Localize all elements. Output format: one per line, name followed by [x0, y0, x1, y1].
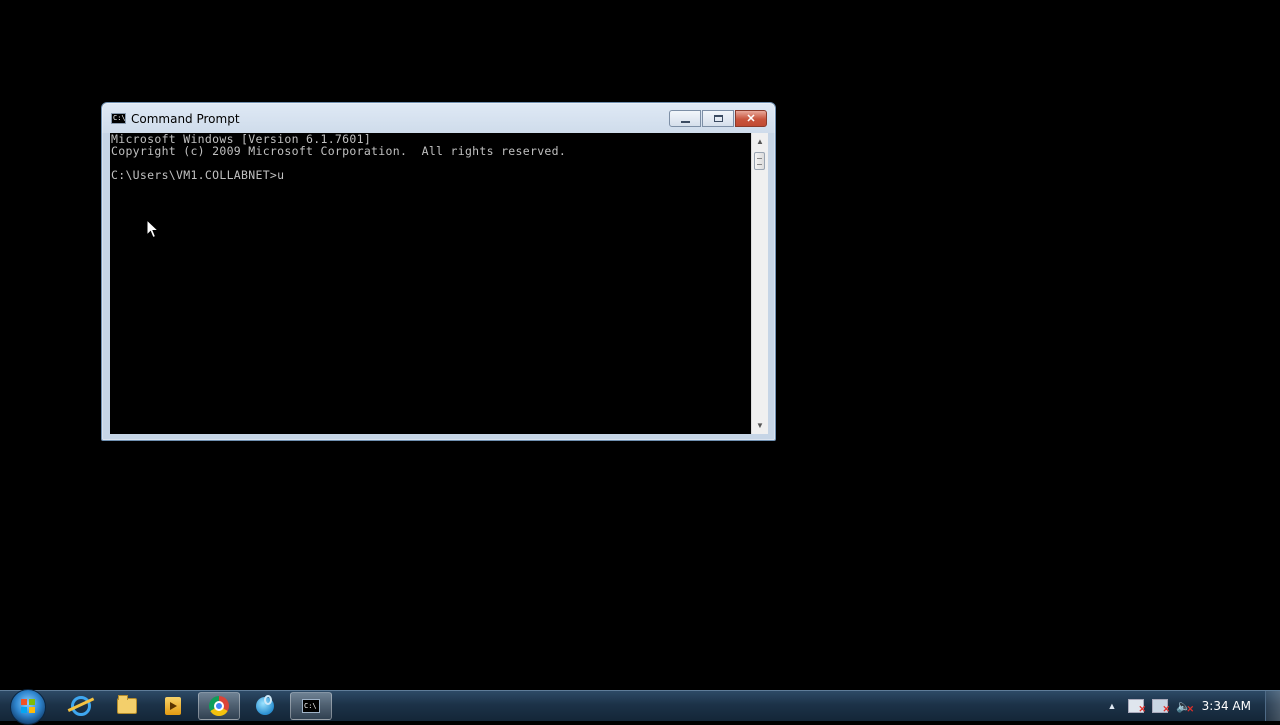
- taskbar-network-app[interactable]: [244, 692, 286, 720]
- vertical-scrollbar[interactable]: ▲ ▼: [751, 133, 768, 434]
- command-prompt-window[interactable]: C:\ Command Prompt ✕ Microsoft Windows […: [101, 102, 776, 441]
- internet-explorer-icon: [71, 696, 91, 716]
- scroll-up-icon[interactable]: ▲: [752, 133, 768, 150]
- volume-muted-icon[interactable]: 🔈: [1176, 699, 1194, 716]
- minimize-button[interactable]: [669, 110, 701, 127]
- close-button[interactable]: ✕: [735, 110, 767, 127]
- taskbar: C:\ ▲ 🔈 3:34 AM: [0, 689, 1280, 725]
- console-line: Copyright (c) 2009 Microsoft Corporation…: [111, 144, 567, 158]
- show-desktop-button[interactable]: [1265, 691, 1280, 721]
- cmd-icon[interactable]: C:\: [111, 113, 126, 124]
- window-titlebar[interactable]: C:\ Command Prompt ✕: [102, 103, 775, 133]
- chrome-icon: [209, 696, 229, 716]
- maximize-icon: [713, 115, 723, 122]
- taskbar-command-prompt[interactable]: C:\: [290, 692, 332, 720]
- cmd-icon: C:\: [302, 699, 320, 713]
- network-status-icon[interactable]: [1152, 699, 1170, 715]
- show-hidden-icons-icon[interactable]: ▲: [1104, 699, 1120, 713]
- folder-icon: [117, 695, 137, 714]
- maximize-button[interactable]: [702, 110, 734, 127]
- scroll-thumb[interactable]: [754, 152, 765, 170]
- scroll-down-icon[interactable]: ▼: [752, 417, 768, 434]
- globe-network-icon: [256, 695, 274, 715]
- window-title: Command Prompt: [131, 112, 240, 126]
- mouse-cursor-icon: [146, 219, 160, 239]
- taskbar-internet-explorer[interactable]: [60, 692, 102, 720]
- console-prompt-line[interactable]: C:\Users\VM1.COLLABNET>u: [111, 169, 751, 181]
- taskbar-google-chrome[interactable]: [198, 692, 240, 720]
- clock[interactable]: 3:34 AM: [1202, 699, 1251, 713]
- media-player-icon: [165, 697, 181, 715]
- action-center-flag-icon[interactable]: [1128, 699, 1146, 715]
- minimize-icon: [680, 120, 690, 123]
- system-tray: ▲ 🔈 3:34 AM: [1090, 691, 1280, 721]
- console-output[interactable]: Microsoft Windows [Version 6.1.7601] Cop…: [110, 133, 751, 434]
- taskbar-windows-explorer[interactable]: [106, 692, 148, 720]
- taskbar-media-player[interactable]: [152, 692, 194, 720]
